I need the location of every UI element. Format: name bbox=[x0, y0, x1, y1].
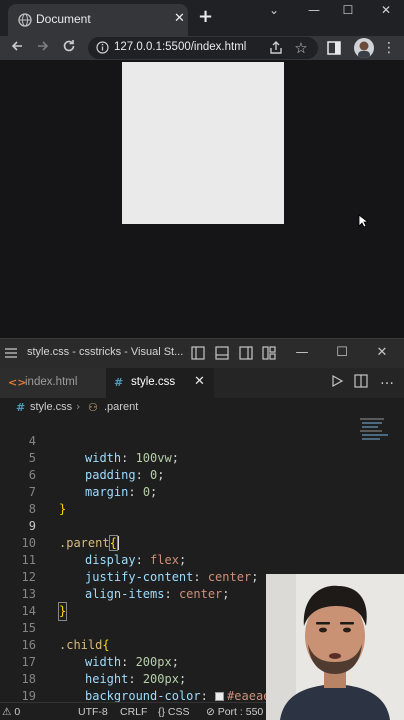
vscode-window-title: style.css - csstricks - Visual St... bbox=[27, 346, 184, 358]
run-icon[interactable] bbox=[330, 374, 344, 388]
browser-toolbar: 127.0.0.1:5500/index.html ☆ ⋮ bbox=[0, 36, 404, 60]
hamburger-menu-icon[interactable] bbox=[4, 346, 18, 360]
profile-avatar[interactable] bbox=[354, 38, 374, 58]
browser-tab-bar: Document ✕ + ⌄ — ☐ ✕ bbox=[0, 0, 404, 36]
star-icon[interactable]: ☆ bbox=[292, 39, 310, 57]
code-line: 6 margin: 0; bbox=[0, 450, 404, 499]
sidebar-icon[interactable] bbox=[326, 40, 342, 56]
code-line: 8 bbox=[0, 484, 404, 516]
kebab-menu-icon[interactable]: ⋮ bbox=[380, 39, 398, 57]
css-file-icon: # bbox=[114, 376, 124, 389]
tab-style-css[interactable]: # style.css ✕ bbox=[106, 368, 214, 398]
site-info-icon[interactable] bbox=[96, 41, 109, 54]
split-editor-icon[interactable] bbox=[354, 374, 368, 388]
chevron-right-icon: › bbox=[76, 400, 81, 413]
child-square bbox=[122, 62, 284, 224]
back-arrow-icon[interactable] bbox=[8, 39, 26, 57]
mouse-cursor-icon bbox=[358, 214, 368, 228]
chevron-down-icon[interactable]: ⌄ bbox=[264, 3, 284, 19]
vscode-minimize-button[interactable]: — bbox=[294, 345, 310, 361]
customize-layout-icon[interactable] bbox=[261, 345, 277, 361]
minimize-button[interactable]: — bbox=[304, 3, 324, 19]
vscode-maximize-button[interactable]: ☐ bbox=[334, 345, 350, 361]
html-file-icon: <> bbox=[8, 376, 27, 389]
browser-tab-document[interactable]: Document ✕ bbox=[8, 4, 188, 36]
code-line: 12 align-items: center; bbox=[0, 552, 404, 601]
reload-icon[interactable] bbox=[60, 39, 78, 57]
problems-indicator[interactable]: ⚠ 0 bbox=[2, 706, 20, 718]
tab-label: index.html bbox=[25, 376, 78, 388]
editor-tab-bar: <> index.html # style.css ✕ … bbox=[0, 368, 404, 398]
forward-arrow-icon[interactable] bbox=[34, 39, 52, 57]
breadcrumb: # style.css › ⚇ .parent bbox=[0, 398, 404, 416]
globe-icon bbox=[18, 13, 32, 27]
page-viewport bbox=[0, 60, 404, 338]
code-line: 10 display: flex; bbox=[0, 518, 404, 567]
browser-tab-title: Document bbox=[36, 12, 91, 26]
css-file-icon: # bbox=[16, 401, 26, 414]
tab-label: style.css bbox=[131, 376, 176, 388]
url-text: 127.0.0.1:5500/index.html bbox=[114, 41, 247, 53]
eol-indicator[interactable]: CRLF bbox=[120, 706, 147, 718]
code-line: 7 } bbox=[0, 467, 404, 516]
language-mode[interactable]: {} CSS bbox=[158, 706, 190, 718]
minimap[interactable] bbox=[360, 416, 390, 456]
toggle-sidebar-icon[interactable] bbox=[190, 345, 206, 361]
code-line: 4 width: 100vw; bbox=[0, 416, 404, 465]
toggle-secondary-sidebar-icon[interactable] bbox=[238, 345, 254, 361]
more-actions-icon[interactable]: … bbox=[380, 372, 394, 388]
tab-index-html[interactable]: <> index.html bbox=[0, 368, 106, 398]
code-line-active: 9 .parent{ bbox=[0, 501, 404, 551]
vscode-close-button[interactable]: ✕ bbox=[374, 345, 390, 361]
presenter-video bbox=[266, 574, 404, 720]
vscode-title-bar: style.css - csstricks - Visual St... — ☐… bbox=[0, 338, 404, 368]
tab-close-icon[interactable]: ✕ bbox=[174, 12, 185, 26]
toggle-panel-icon[interactable] bbox=[214, 345, 230, 361]
browser-window: Document ✕ + ⌄ — ☐ ✕ 127.0.0.1:5500/inde… bbox=[0, 0, 404, 338]
selector-symbol-icon: ⚇ bbox=[88, 401, 98, 414]
encoding-indicator[interactable]: UTF-8 bbox=[78, 706, 108, 718]
close-icon[interactable]: ✕ bbox=[194, 374, 205, 389]
code-line: 11 justify-content: center; bbox=[0, 535, 404, 584]
share-icon[interactable] bbox=[268, 40, 284, 56]
window-close-button[interactable]: ✕ bbox=[376, 3, 396, 19]
code-line: 5 padding: 0; bbox=[0, 433, 404, 482]
webcam-overlay bbox=[266, 574, 404, 720]
breadcrumb-file[interactable]: style.css bbox=[30, 401, 72, 413]
live-server-port[interactable]: ⊘ Port : 550 bbox=[206, 706, 263, 718]
maximize-button[interactable]: ☐ bbox=[338, 3, 358, 19]
breadcrumb-selector[interactable]: .parent bbox=[104, 401, 138, 413]
new-tab-button[interactable]: + bbox=[198, 6, 213, 27]
